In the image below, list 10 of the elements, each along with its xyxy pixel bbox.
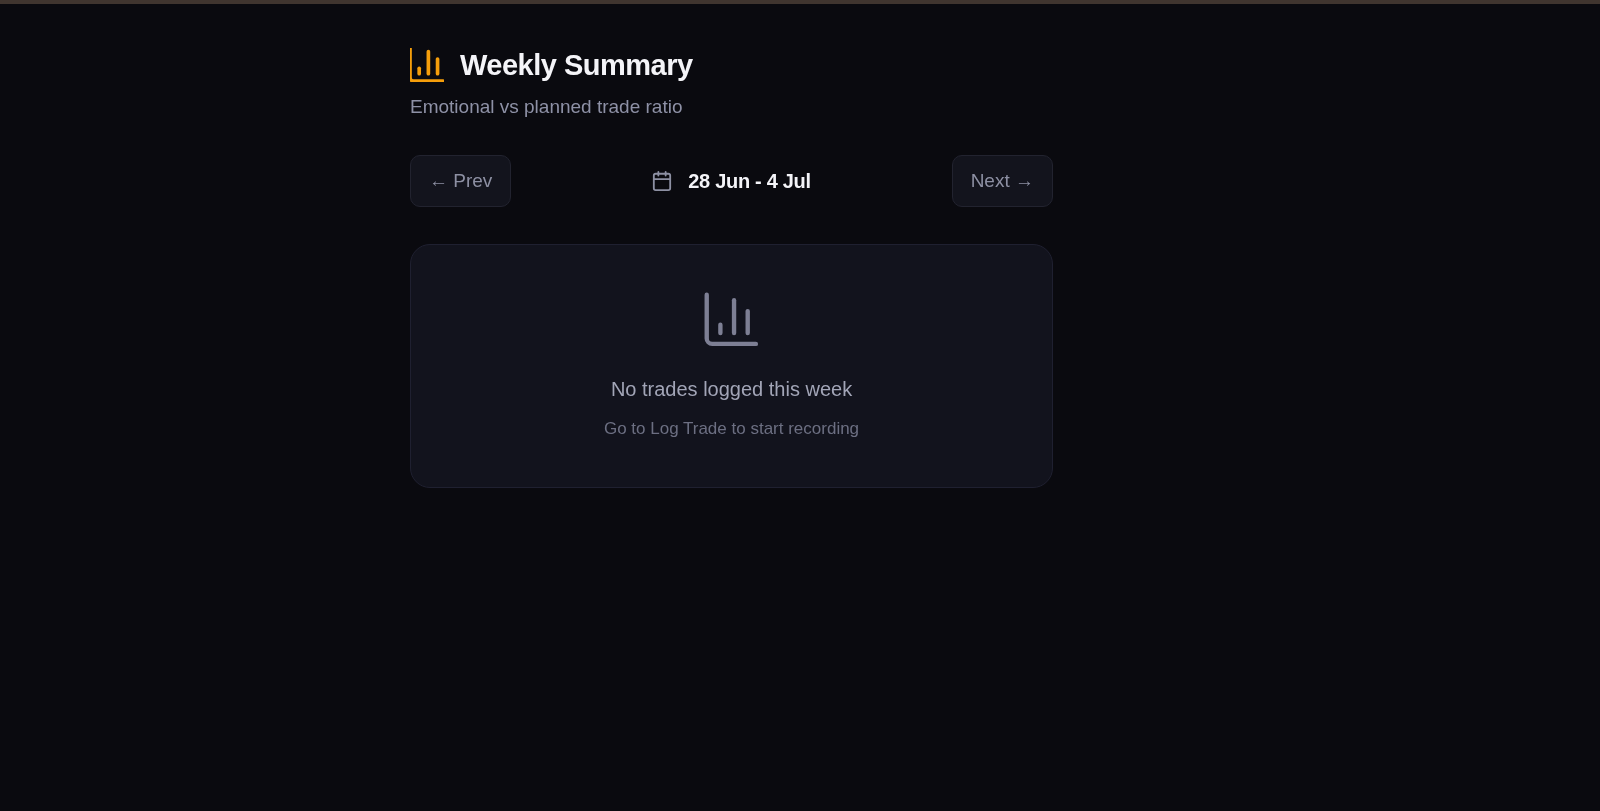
empty-hint: Go to Log Trade to start recording [603, 417, 860, 440]
calendar-icon [652, 171, 673, 192]
page-subtitle: Emotional vs planned trade ratio [410, 94, 684, 119]
bar-chart-icon [410, 48, 444, 83]
date-range: 28 Jun - 4 Jul [688, 169, 811, 195]
bar-chart-icon [703, 291, 760, 348]
prev-week-button[interactable]: ← Prev [410, 155, 512, 208]
next-week-button[interactable]: Next → [951, 155, 1053, 208]
empty-message: No trades logged this week [610, 376, 853, 402]
page-title: Weekly Summary [460, 48, 693, 83]
